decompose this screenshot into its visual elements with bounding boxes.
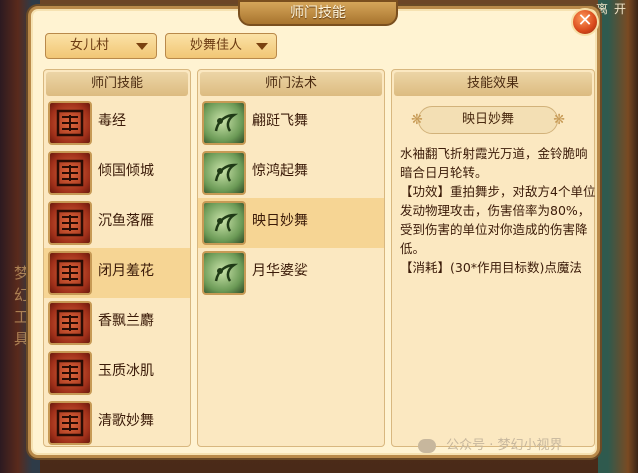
orchid-scent-icon [48,301,92,345]
sect-spell-label: 翩跹飞舞 [252,113,308,129]
sect-skill-row[interactable]: 闭月羞花 [44,248,190,298]
school-dropdown-value: 女儿村 [70,38,110,53]
sect-spell-row[interactable]: 月华婆娑 [198,248,384,298]
close-button[interactable]: ✕ [571,8,599,36]
sect-skill-row[interactable]: 玉质冰肌 [44,348,190,398]
skill-dropdown-value: 妙舞佳人 [190,38,243,53]
sect-spell-label: 月华婆娑 [252,263,308,279]
chevron-down-icon [136,43,148,50]
moon-grace-icon [202,251,246,295]
sect-skill-label: 玉质冰肌 [98,363,154,379]
effect-power-text: 【功效】重拍舞步，对敌方4个单位发动物理攻击，伤害倍率为80%，受到伤害的单位对… [400,184,596,256]
watermark: 公众号 · 梦幻小视界 [418,434,563,453]
sect-skill-label: 香飘兰麝 [98,313,154,329]
swan-dance-icon [202,151,246,195]
sect-skill-label: 沉鱼落雁 [98,213,154,229]
window-title: 师门技能 [238,0,398,26]
sect-skill-row[interactable]: 倾国倾城 [44,148,190,198]
flying-dance-icon [202,101,246,145]
sect-spell-row[interactable]: 翩跹飞舞 [198,98,384,148]
effect-name-banner: 映日妙舞 [411,106,565,134]
sect-skill-label: 闭月羞花 [98,263,154,279]
sect-skill-row[interactable]: 香飘兰麝 [44,298,190,348]
effect-description: 水袖翻飞折射霞光万道，金铃脆响暗合日月轮转。 【功效】重拍舞步，对敌方4个单位发… [400,144,596,277]
effect-cost-text: 【消耗】(30*作用目标数)点魔法 [400,260,582,275]
jade-ice-icon [48,351,92,395]
skill-panel: 女儿村 妙舞佳人 师门技能 毒经倾国倾城沉鱼落雁闭月羞花香飘兰麝玉质冰肌清歌妙舞… [28,6,600,458]
sect-skill-row[interactable]: 清歌妙舞 [44,398,190,448]
skill-effect-column: 技能效果 映日妙舞 水袖翻飞折射霞光万道，金铃脆响暗合日月轮转。 【功效】重拍舞… [391,69,595,447]
sect-skill-label: 毒经 [98,113,126,129]
sect-skills-column: 师门技能 毒经倾国倾城沉鱼落雁闭月羞花香飘兰麝玉质冰肌清歌妙舞 [43,69,191,447]
sun-dance-icon [202,201,246,245]
sect-skill-row[interactable]: 毒经 [44,98,190,148]
peerless-beauty-icon [48,151,92,195]
sect-skill-row[interactable]: 沉鱼落雁 [44,198,190,248]
fish-sink-icon [48,201,92,245]
poison-sutra-icon [48,101,92,145]
sect-spell-row[interactable]: 映日妙舞 [198,198,384,248]
watermark-text: 公众号 · 梦幻小视界 [446,438,563,453]
sect-skill-label: 倾国倾城 [98,163,154,179]
close-icon: ✕ [577,10,593,31]
sect-spell-label: 惊鸿起舞 [252,163,308,179]
wechat-icon [418,438,436,453]
sect-spells-header: 师门法术 [200,72,382,96]
skill-effect-header: 技能效果 [394,72,592,96]
effect-desc-text: 水袖翻飞折射霞光万道，金铃脆响暗合日月轮转。 [400,146,588,180]
chevron-down-icon [256,43,268,50]
moon-hide-icon [48,251,92,295]
sect-skills-header: 师门技能 [46,72,188,96]
sect-skill-label: 清歌妙舞 [98,413,154,429]
sect-spell-row[interactable]: 惊鸿起舞 [198,148,384,198]
leave-label[interactable]: 离开 [596,0,632,17]
school-dropdown[interactable]: 女儿村 [45,33,157,59]
sect-spell-label: 映日妙舞 [252,213,308,229]
clear-song-icon [48,401,92,445]
skill-dropdown[interactable]: 妙舞佳人 [165,33,277,59]
sect-spells-column: 师门法术 翩跹飞舞惊鸿起舞映日妙舞月华婆娑 [197,69,385,447]
